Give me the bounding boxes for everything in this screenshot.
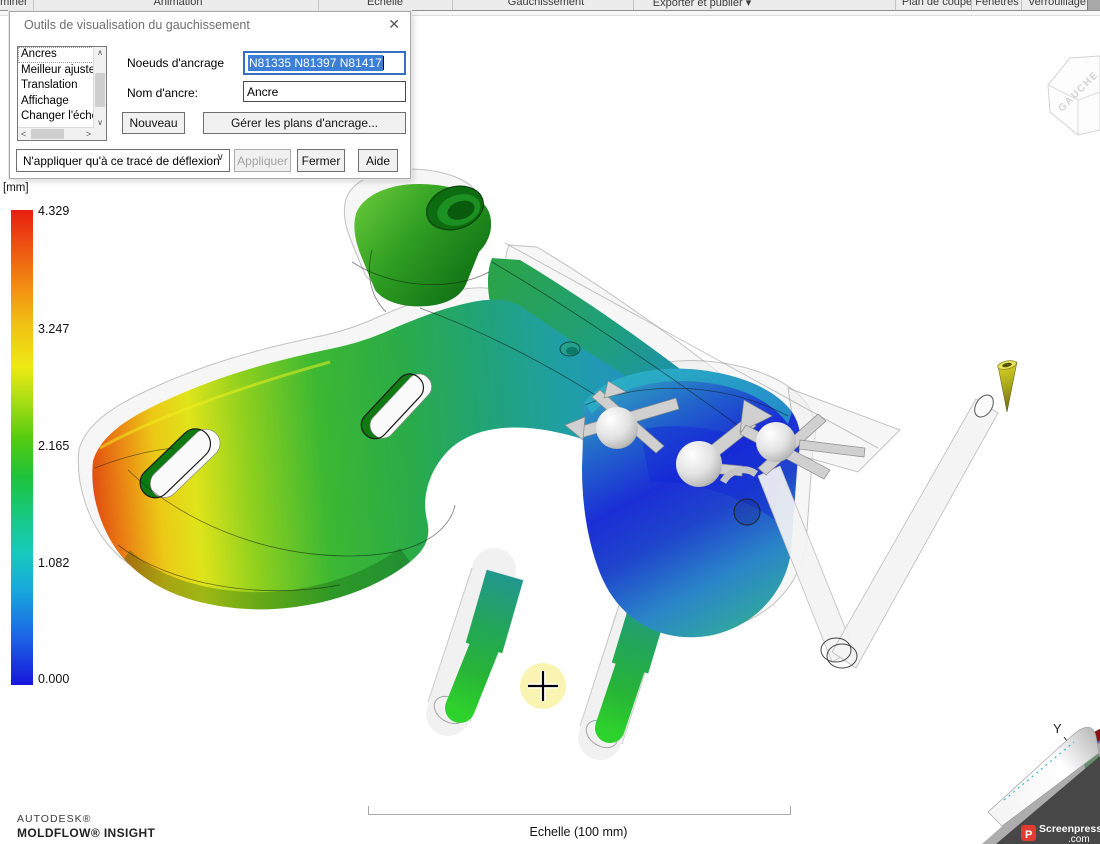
watermark: P Screenpresso .com [982, 727, 1100, 844]
drum-hole-outline [734, 499, 760, 525]
screenpresso-icon-letter: P [1025, 829, 1032, 841]
dropdown-value: N'appliquer qu'à ce tracé de déflexion [23, 154, 220, 168]
selected-text: N81335 N81397 N81417 [248, 55, 383, 71]
tool-list: Ancres Meilleur ajusten Translation Affi… [17, 46, 107, 141]
scrollbar-corner [94, 128, 106, 140]
anchor-sphere-2[interactable] [676, 441, 722, 487]
manage-anchor-planes-button[interactable]: Gérer les plans d'ancrage... [203, 112, 406, 134]
scroll-up-icon[interactable]: ∧ [94, 47, 106, 58]
anchor-nodes-label: Noeuds d'ancrage [127, 56, 224, 70]
anchor-name-label: Nom d'ancre: [127, 86, 198, 100]
scroll-left-icon[interactable]: < [18, 128, 29, 140]
fermer-button[interactable]: Fermer [297, 149, 345, 172]
list-item-meilleur-ajustement[interactable]: Meilleur ajusten [18, 63, 94, 79]
sprue-cone [997, 359, 1017, 412]
list-item-ancres[interactable]: Ancres [18, 47, 94, 63]
anchor-name-input[interactable]: Ancre [243, 81, 406, 102]
anchor-nodes-input[interactable]: N81335 N81397 N81417 [243, 51, 406, 75]
close-icon[interactable]: ✕ [388, 16, 400, 32]
list-vertical-scrollbar[interactable]: ∧ ∨ [93, 47, 106, 128]
blade-boss [560, 342, 580, 356]
chevron-down-icon: ∨ [217, 152, 224, 163]
new-button[interactable]: Nouveau [122, 112, 185, 134]
anchor-sphere-1[interactable] [596, 407, 638, 449]
apply-scope-dropdown[interactable]: N'appliquer qu'à ce tracé de déflexion ∨ [16, 149, 230, 172]
apply-button[interactable]: Appliquer [234, 149, 291, 172]
vertical-scroll-thumb[interactable] [95, 73, 105, 107]
list-item-translation[interactable]: Translation [18, 78, 94, 94]
text-caret [383, 56, 384, 70]
horizontal-scroll-thumb[interactable] [31, 129, 64, 139]
scroll-right-icon[interactable]: > [83, 128, 94, 140]
list-item-affichage[interactable]: Affichage [18, 94, 94, 110]
help-button[interactable]: Aide [358, 149, 398, 172]
warp-visualization-dialog: Outils de visualisation du gauchissement… [9, 11, 411, 179]
list-horizontal-scrollbar[interactable]: < > [18, 127, 94, 140]
application-window: uminer Animation Echelle Gauchissement E… [0, 0, 1100, 844]
input-value: Ancre [247, 85, 278, 99]
screenpresso-suffix: .com [1068, 834, 1090, 844]
anchor-sphere-3[interactable] [756, 422, 796, 462]
dialog-title: Outils de visualisation du gauchissement [24, 18, 250, 32]
cursor-highlight [520, 663, 566, 709]
scroll-down-icon[interactable]: ∨ [94, 117, 106, 128]
axis-y-label: Y [1053, 721, 1062, 736]
view-cube[interactable]: GAUCHE [1048, 56, 1100, 135]
list-item-changer-echelle[interactable]: Changer l'éche [18, 109, 94, 125]
